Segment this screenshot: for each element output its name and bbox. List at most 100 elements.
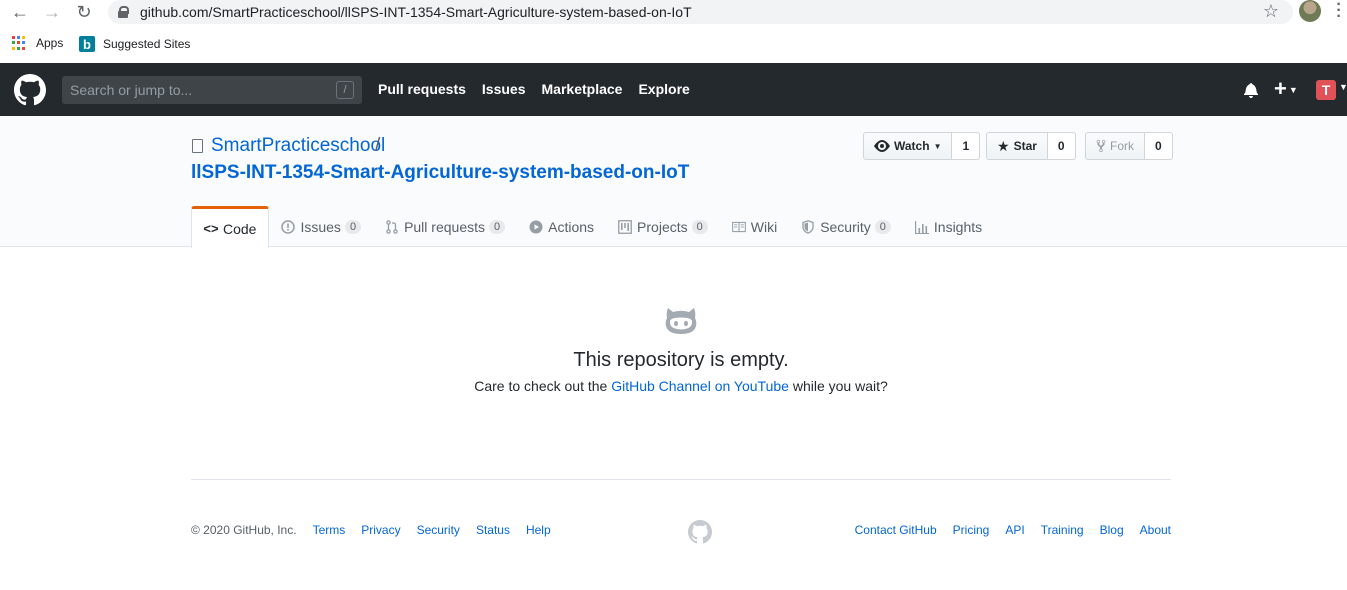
tab-projects[interactable]: Projects 0 [606,206,720,247]
footer-link-terms[interactable]: Terms [313,523,346,537]
github-logo-icon[interactable] [14,74,46,106]
repo-tabs: <> Code Issues 0 Pull requests 0 Actions [191,206,994,248]
footer-link-about[interactable]: About [1140,523,1171,537]
fork-button-group: Fork 0 [1085,132,1173,160]
issue-icon [281,219,296,234]
repo-header: SmartPracticeschool / llSPS-INT-1354-Sma… [0,116,1347,248]
tab-insights[interactable]: Insights [903,206,994,247]
github-header: Search or jump to... / Pull requests Iss… [0,63,1347,116]
empty-repo-description: Care to check out the GitHub Channel on … [0,378,1347,394]
tab-label: Code [223,220,257,237]
tab-counter: 0 [691,219,708,234]
repo-owner-link[interactable]: SmartPracticeschool [211,135,385,157]
tab-label: Projects [637,218,688,235]
footer-link-api[interactable]: API [1005,523,1024,537]
footer-copyright: © 2020 GitHub, Inc. [191,523,297,537]
bookmark-suggested-sites[interactable]: b Suggested Sites [79,36,190,52]
tab-actions[interactable]: Actions [517,206,606,247]
footer-link-help[interactable]: Help [526,523,551,537]
lock-icon [118,6,129,18]
tab-counter: 0 [489,219,506,234]
footer-left: © 2020 GitHub, Inc. Terms Privacy Securi… [191,523,551,537]
apps-grid-icon [12,36,26,50]
eye-icon [874,140,890,152]
watch-count[interactable]: 1 [952,132,981,160]
footer-link-training[interactable]: Training [1041,523,1084,537]
browser-profile-avatar[interactable] [1299,0,1321,22]
watch-button-group: Watch ▼ 1 [863,132,981,160]
nav-issues[interactable]: Issues [482,81,526,97]
tab-code[interactable]: <> Code [191,206,270,248]
chevron-down-icon: ▼ [1288,85,1298,96]
fork-icon [1096,139,1106,153]
url-text[interactable]: github.com/SmartPracticeschool/llSPS-INT… [140,4,692,20]
chevron-down-icon: ▼ [933,141,942,151]
bookmark-label: Suggested Sites [103,37,191,51]
tab-label: Pull requests [404,218,485,235]
fork-button[interactable]: Fork [1085,132,1145,160]
browser-toolbar: ← → ↻ github.com/SmartPracticeschool/llS… [0,0,1347,28]
header-nav: Pull requests Issues Marketplace Explore [378,81,690,97]
tab-counter: 0 [874,219,891,234]
tab-label: Security [820,218,871,235]
bing-icon: b [79,36,95,52]
chevron-down-icon[interactable]: ▼ [1339,82,1347,92]
tab-label: Issues [300,218,341,235]
empty-desc-text: Care to check out the [474,378,612,394]
play-icon [529,220,543,234]
tab-label: Actions [548,218,595,235]
tab-pull-requests[interactable]: Pull requests 0 [373,206,517,247]
tab-wiki[interactable]: Wiki [720,206,789,247]
repo-name-link[interactable]: llSPS-INT-1354-Smart-Agriculture-system-… [191,162,689,184]
footer-link-status[interactable]: Status [476,523,510,537]
reload-icon[interactable]: ↻ [72,2,96,22]
footer-link-pricing[interactable]: Pricing [953,523,990,537]
bookmarks-bar: Apps b Suggested Sites [0,28,1347,62]
repo-icon [192,139,203,153]
browser-menu-icon[interactable]: · · · [1336,0,1342,25]
bell-icon[interactable] [1243,82,1259,98]
footer-link-blog[interactable]: Blog [1100,523,1124,537]
star-label: Star [1013,139,1037,153]
watch-button[interactable]: Watch ▼ [863,132,953,160]
star-button-group: ★ Star 0 [986,132,1076,160]
octoface-icon [665,308,697,334]
graph-icon [914,220,929,234]
tab-counter: 0 [344,219,362,234]
repo-path-separator: / [375,135,381,156]
search-placeholder: Search or jump to... [70,82,193,98]
nav-marketplace[interactable]: Marketplace [542,81,623,97]
github-mark-icon[interactable] [688,520,712,544]
bookmark-star-icon[interactable]: ☆ [1263,1,1279,22]
footer-link-privacy[interactable]: Privacy [361,523,400,537]
star-button[interactable]: ★ Star [986,132,1048,160]
fork-count[interactable]: 0 [1145,132,1173,160]
watch-label: Watch [894,139,930,153]
back-arrow-icon[interactable]: ← [8,2,32,22]
search-input[interactable]: Search or jump to... / [62,76,362,104]
star-count[interactable]: 0 [1047,132,1076,160]
shield-icon [801,219,815,234]
book-icon [731,220,746,234]
empty-repo-title: This repository is empty. [573,349,789,371]
bookmark-apps[interactable]: Apps [12,36,63,50]
address-bar[interactable]: github.com/SmartPracticeschool/llSPS-INT… [108,0,1293,24]
tab-security[interactable]: Security 0 [789,206,903,247]
footer-link-security[interactable]: Security [417,523,460,537]
fork-label: Fork [1110,139,1134,153]
pull-request-icon [385,219,399,234]
project-icon [618,219,632,234]
user-avatar[interactable]: T [1316,80,1336,100]
forward-arrow-icon[interactable]: → [40,2,64,22]
tab-issues[interactable]: Issues 0 [269,206,373,247]
footer-divider [191,479,1171,480]
nav-pull-requests[interactable]: Pull requests [378,81,466,97]
bookmark-label: Apps [36,36,64,50]
youtube-channel-link[interactable]: GitHub Channel on YouTube [611,378,789,394]
tab-label: Insights [933,218,983,235]
search-shortcut-key: / [336,81,354,99]
footer-link-contact[interactable]: Contact GitHub [855,523,937,537]
empty-desc-text: while you wait? [788,378,888,394]
create-new-dropdown[interactable]: + ▼ [1274,76,1298,103]
nav-explore[interactable]: Explore [638,81,689,97]
